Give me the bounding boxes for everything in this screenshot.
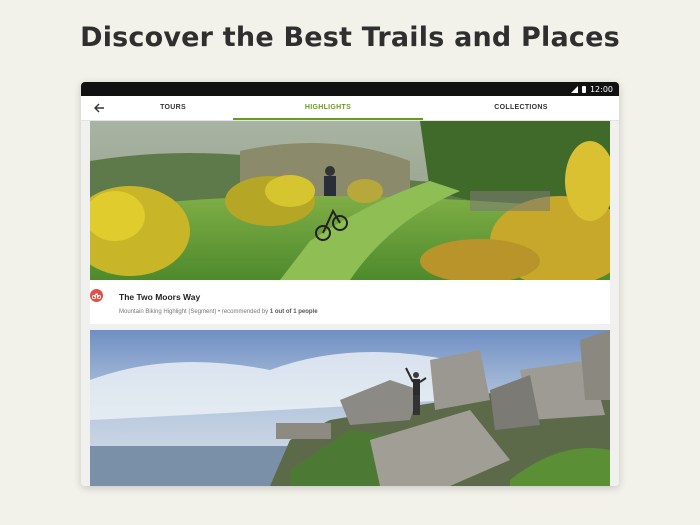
page-headline: Discover the Best Trails and Places — [80, 22, 620, 53]
mountain-bike-icon — [90, 289, 103, 302]
recommended-count: 1 out of 1 people — [269, 309, 318, 315]
highlight-card[interactable]: The Two Moors Way Mountain Biking Highli… — [90, 280, 610, 324]
highlight-photo[interactable] — [90, 330, 610, 486]
tab-highlights[interactable]: HIGHLIGHTS — [233, 96, 423, 120]
tab-collections[interactable]: COLLECTIONS — [423, 96, 619, 120]
battery-icon — [581, 85, 586, 93]
highlight-photo[interactable] — [90, 121, 610, 280]
highlights-list: The Two Moors Way Mountain Biking Highli… — [81, 121, 619, 486]
rocks-photo-image — [90, 330, 610, 486]
arrow-left-icon — [93, 103, 104, 113]
status-bar: 12:00 — [81, 82, 619, 96]
recommended-prefix: recommended by — [221, 309, 270, 315]
status-time: 12:00 — [589, 84, 613, 94]
highlight-type: Mountain Biking Highlight (Segment) — [119, 309, 217, 315]
trail-photo-image — [90, 121, 610, 280]
back-button[interactable] — [91, 99, 107, 117]
highlight-subtitle: Mountain Biking Highlight (Segment) • re… — [119, 309, 318, 315]
tab-tours[interactable]: TOURS — [113, 96, 233, 120]
highlight-title: The Two Moors Way — [119, 292, 201, 302]
tab-bar: TOURS HIGHLIGHTS COLLECTIONS — [81, 96, 619, 121]
signal-icon — [570, 85, 578, 93]
tablet-screen: 12:00 TOURS HIGHLIGHTS COLLECTIONS The T… — [81, 82, 619, 486]
